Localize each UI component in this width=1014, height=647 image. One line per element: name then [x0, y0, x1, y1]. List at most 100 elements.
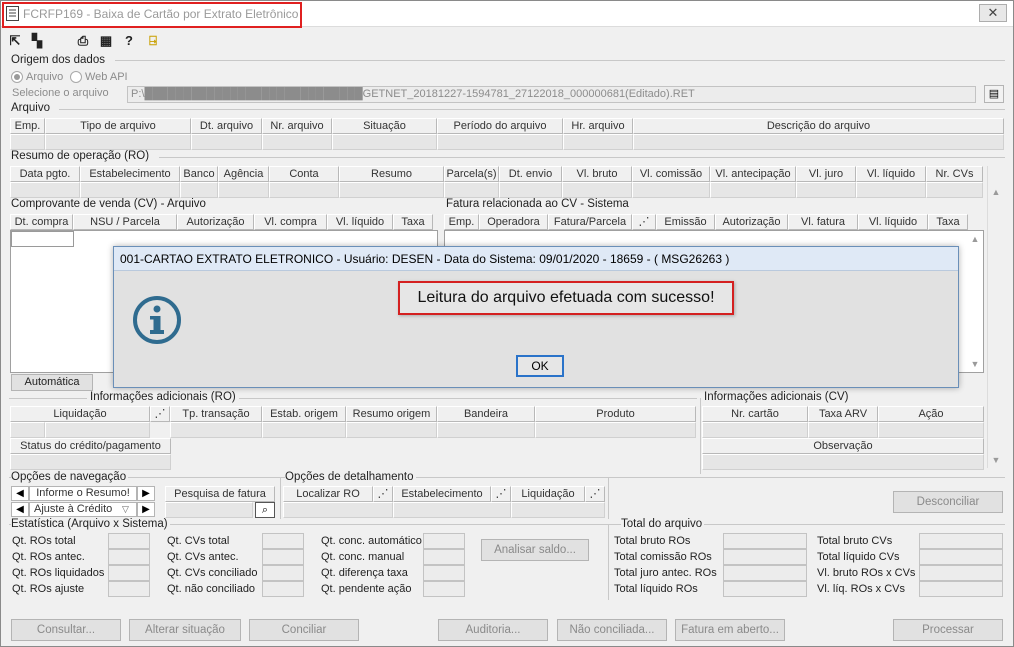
radio-webapi[interactable] — [70, 71, 82, 83]
analisar-saldo-button[interactable]: Analisar saldo... — [481, 539, 589, 561]
browse-file-icon[interactable]: ▤ — [984, 85, 1004, 103]
col-dt-compra[interactable]: Dt. compra — [10, 214, 73, 230]
total-label: Total líquido CVs — [817, 551, 900, 563]
col-descricao-arquivo[interactable]: Descrição do arquivo — [633, 118, 1004, 134]
col-det-liquidacao[interactable]: Liquidação — [511, 486, 585, 502]
col-liquidacao-lookup[interactable]: ⋰ — [150, 406, 170, 422]
nav-combo-ajuste[interactable]: Ajuste à Crédito ▽ — [29, 502, 137, 517]
col-vl-compra[interactable]: Vl. compra — [254, 214, 327, 230]
automatica-button[interactable]: Automática — [11, 374, 93, 391]
chevron-down-icon[interactable]: ▽ — [122, 503, 129, 516]
col-liquidacao[interactable]: Liquidação — [10, 406, 150, 422]
scroll-down-icon[interactable]: ▼ — [988, 452, 1004, 468]
fatura-scroll-up-icon[interactable]: ▲ — [967, 231, 983, 247]
processar-button[interactable]: Processar — [893, 619, 1003, 641]
consultar-button[interactable]: Consultar... — [11, 619, 121, 641]
dialog-body: Leitura do arquivo efetuada com sucesso!… — [114, 271, 958, 387]
file-path-field[interactable]: P:\████████████████████████████GETNET_20… — [127, 86, 976, 103]
total-label: Total comissão ROs — [614, 551, 712, 563]
col-produto[interactable]: Produto — [535, 406, 696, 422]
col-nr-cartao[interactable]: Nr. cartão — [702, 406, 808, 422]
col-hr-arquivo[interactable]: Hr. arquivo — [563, 118, 633, 134]
col-cv-taxa[interactable]: Taxa — [393, 214, 433, 230]
col-localizar-ro[interactable]: Localizar RO — [283, 486, 373, 502]
col-dt-envio[interactable]: Dt. envio — [499, 166, 562, 182]
radio-arquivo-label: Arquivo — [26, 71, 64, 83]
printer-icon[interactable]: ⎙ — [75, 33, 91, 49]
alterar-situacao-button[interactable]: Alterar situação — [129, 619, 241, 641]
search-icon[interactable]: ⌕ — [255, 502, 275, 518]
col-tp-transacao[interactable]: Tp. transação — [170, 406, 262, 422]
col-banco[interactable]: Banco — [180, 166, 218, 182]
col-fatura-lookup[interactable]: ⋰ — [632, 214, 656, 230]
total-label: Vl. líq. ROs x CVs — [817, 583, 906, 595]
nav-combo-resumo[interactable]: Informe o Resumo! — [29, 486, 137, 501]
status-credito-value[interactable] — [10, 454, 171, 470]
desconciliar-button[interactable]: Desconciliar — [893, 491, 1003, 513]
col-fat-vl-liquido[interactable]: Vl. líquido — [858, 214, 928, 230]
estabelecimento-lookup[interactable]: ⋰ — [491, 486, 511, 502]
nao-conciliada-button[interactable]: Não conciliada... — [557, 619, 667, 641]
col-resumo-origem[interactable]: Resumo origem — [346, 406, 437, 422]
col-acao[interactable]: Ação — [878, 406, 984, 422]
col-situacao[interactable]: Situação — [332, 118, 437, 134]
back-arrow-icon[interactable]: ⇱ — [7, 33, 23, 49]
fatura-scroll-down-icon[interactable]: ▼ — [967, 356, 983, 372]
col-det-estabelecimento[interactable]: Estabelecimento — [393, 486, 491, 502]
fatura-em-aberto-button[interactable]: Fatura em aberto... — [675, 619, 785, 641]
file-path-value: P:\████████████████████████████GETNET_20… — [131, 88, 695, 100]
grid-icon[interactable]: ▦ — [98, 33, 114, 49]
col-vl-bruto[interactable]: Vl. bruto — [562, 166, 632, 182]
col-operadora[interactable]: Operadora — [479, 214, 548, 230]
col-fat-emp[interactable]: Emp. — [444, 214, 479, 230]
col-agencia[interactable]: Agência — [218, 166, 269, 182]
col-vl-comissao[interactable]: Vl. comissão — [632, 166, 710, 182]
auditoria-button[interactable]: Auditoria... — [438, 619, 548, 641]
stat-label: Qt. ROs liquidados — [12, 567, 105, 579]
nav2-next-icon[interactable]: ▶ — [137, 502, 155, 517]
info-cv-section-title: Informações adicionais (CV) — [704, 391, 851, 403]
col-periodo-arquivo[interactable]: Período do arquivo — [437, 118, 563, 134]
col-estabelecimento[interactable]: Estabelecimento — [80, 166, 180, 182]
conciliar-button[interactable]: Conciliar — [249, 619, 359, 641]
col-vl-juro[interactable]: Vl. juro — [796, 166, 856, 182]
col-vl-liquido[interactable]: Vl. líquido — [856, 166, 926, 182]
col-data-pgto[interactable]: Data pgto. — [10, 166, 80, 182]
nav2-prev-icon[interactable]: ◀ — [11, 502, 29, 517]
nav-prev-icon[interactable]: ◀ — [11, 486, 29, 501]
col-fat-taxa[interactable]: Taxa — [928, 214, 968, 230]
col-nr-arquivo[interactable]: Nr. arquivo — [262, 118, 332, 134]
col-nsu-parcela[interactable]: NSU / Parcela — [73, 214, 177, 230]
col-nr-cvs[interactable]: Nr. CVs — [926, 166, 983, 182]
col-conta[interactable]: Conta — [269, 166, 339, 182]
col-taxa-arv[interactable]: Taxa ARV — [808, 406, 878, 422]
col-fatura-parcela[interactable]: Fatura/Parcela — [548, 214, 632, 230]
col-autorizacao[interactable]: Autorização — [177, 214, 254, 230]
observacao-value[interactable] — [702, 454, 984, 470]
main-scrollbar[interactable]: ▲ ▼ — [987, 166, 1004, 468]
scroll-up-icon[interactable]: ▲ — [988, 184, 1004, 200]
help-icon[interactable]: ? — [121, 33, 137, 49]
radio-arquivo[interactable] — [11, 71, 23, 83]
close-button[interactable]: ✕ — [979, 4, 1007, 22]
col-resumo[interactable]: Resumo — [339, 166, 444, 182]
arquivo-section-title: Arquivo — [11, 102, 52, 114]
nav-next-icon[interactable]: ▶ — [137, 486, 155, 501]
pesquisa-fatura-button[interactable]: Pesquisa de fatura — [165, 486, 275, 502]
col-bandeira[interactable]: Bandeira — [437, 406, 535, 422]
col-dt-arquivo[interactable]: Dt. arquivo — [191, 118, 262, 134]
col-estab-origem[interactable]: Estab. origem — [262, 406, 346, 422]
col-tipo-arquivo[interactable]: Tipo de arquivo — [45, 118, 191, 134]
col-fat-autorizacao[interactable]: Autorização — [715, 214, 788, 230]
col-emp[interactable]: Emp. — [10, 118, 45, 134]
localizar-ro-lookup[interactable]: ⋰ — [373, 486, 393, 502]
col-cv-vl-liquido[interactable]: Vl. líquido — [327, 214, 393, 230]
exit-door-icon[interactable]: ⍈ — [145, 33, 161, 49]
col-emissao[interactable]: Emissão — [656, 214, 715, 230]
col-parcelas[interactable]: Parcela(s) — [444, 166, 499, 182]
ok-button[interactable]: OK — [516, 355, 564, 377]
liquidacao-lookup[interactable]: ⋰ — [585, 486, 605, 502]
col-vl-fatura[interactable]: Vl. fatura — [788, 214, 858, 230]
windows-icon[interactable]: ▚ — [29, 33, 45, 49]
col-vl-antecipacao[interactable]: Vl. antecipação — [710, 166, 796, 182]
